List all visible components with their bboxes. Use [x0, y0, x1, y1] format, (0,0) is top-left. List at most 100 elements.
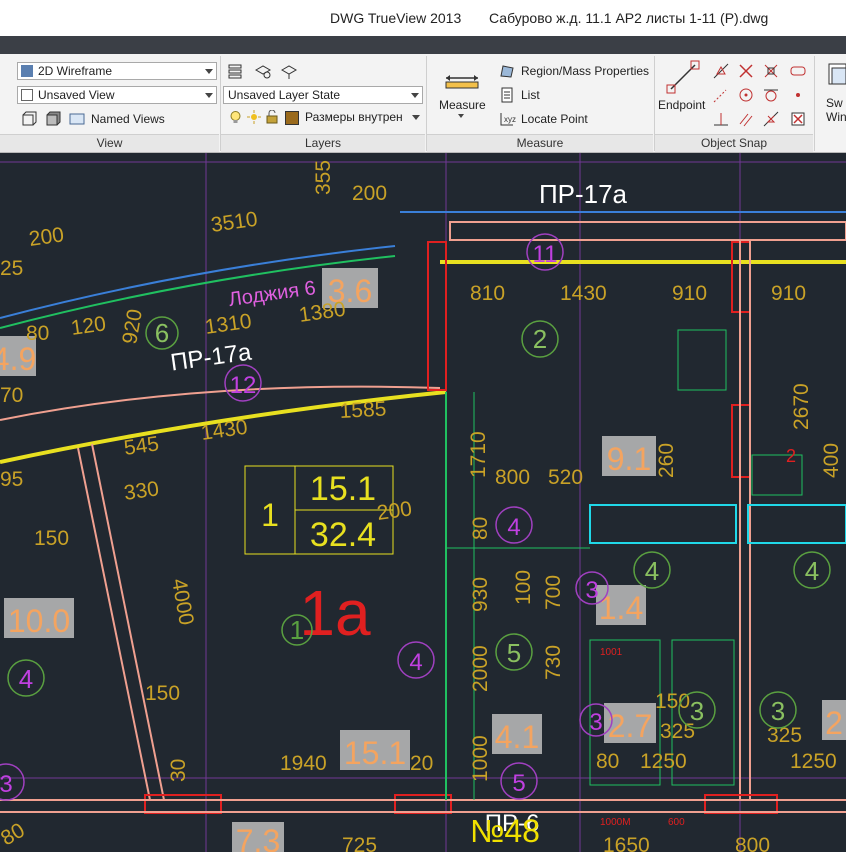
dim-label: 150	[655, 690, 690, 713]
switch-windows-icon	[828, 63, 846, 85]
perpendicular-snap-icon[interactable]	[712, 110, 730, 128]
view-icon	[21, 89, 33, 101]
circle-number: 3	[585, 577, 598, 604]
area-label: 7.3	[236, 823, 280, 852]
region-mass-button[interactable]: Region/Mass Properties	[521, 64, 649, 78]
tab-strip	[0, 36, 846, 54]
switch-windows-button[interactable]: Sw Win	[826, 96, 846, 124]
extension-snap-icon[interactable]	[712, 86, 730, 104]
app-name: DWG TrueView 2013	[330, 10, 462, 26]
clear-snaps-icon[interactable]	[789, 110, 807, 128]
dim-label: 1585	[339, 398, 387, 423]
lock-icon	[266, 110, 278, 124]
dim-label: 2670	[790, 383, 813, 430]
file-name: Сабурово ж.д. 11.1 АР2 листы 1-11 (Р).dw…	[489, 10, 769, 26]
circle-number: 4	[805, 556, 819, 586]
area-label: 2.7	[608, 708, 652, 744]
view-panel-label: View	[0, 134, 219, 152]
saved-view-value: Unsaved View	[38, 88, 115, 102]
measure-button[interactable]: Measure	[439, 98, 486, 112]
cube-wire-icon[interactable]	[20, 110, 38, 128]
visual-style-value: 2D Wireframe	[38, 64, 113, 78]
circle-number: 4	[507, 514, 520, 541]
dim-label: 200	[352, 182, 387, 205]
area-label: 9.1	[607, 441, 651, 477]
sun-icon	[247, 110, 261, 124]
list-icon	[501, 87, 513, 103]
list-button[interactable]: List	[521, 88, 540, 102]
dim-label: 200	[375, 497, 413, 525]
area-label: 2	[825, 705, 843, 741]
midpoint-snap-icon[interactable]	[712, 62, 730, 80]
dim-label: 95	[0, 468, 23, 491]
node-snap-icon[interactable]	[789, 86, 807, 104]
plate-living-area: 15.1	[310, 470, 376, 508]
dim-label: 260	[655, 443, 678, 478]
saved-view-select[interactable]: Unsaved View	[17, 86, 217, 104]
circle-number: 3	[0, 771, 13, 798]
dim-label: 730	[542, 645, 565, 680]
dim-label: 1710	[467, 431, 490, 478]
visual-style-select[interactable]: 2D Wireframe	[17, 62, 217, 80]
chevron-down-icon	[412, 115, 420, 120]
dim-label: 725	[342, 834, 377, 852]
locate-point-button[interactable]: Locate Point	[521, 112, 588, 126]
named-views-button[interactable]: Named Views	[91, 112, 165, 126]
chevron-down-icon	[458, 114, 464, 118]
dim-label: 1250	[790, 750, 837, 773]
center-snap-icon[interactable]	[737, 86, 755, 104]
area-label: 10.0	[8, 603, 70, 639]
layer-match-icon[interactable]	[280, 62, 298, 80]
cube-shaded-icon[interactable]	[44, 110, 62, 128]
drawing-canvas[interactable]: 1 15.1 32.4 ПР-17а ПР-17а ПР-6 Лоджия 6 …	[0, 153, 846, 852]
circle-number: 4	[645, 556, 659, 586]
endpoint-button[interactable]: Endpoint	[658, 98, 705, 112]
dim-label: 1940	[280, 752, 327, 775]
sheet-mark: №48	[470, 813, 540, 849]
area-label: 4.1	[495, 719, 539, 755]
current-layer-value: Размеры внутрен	[305, 110, 403, 124]
dim-label: 520	[548, 466, 583, 489]
dim-label: 1650	[603, 834, 650, 852]
dim-label: 30	[167, 759, 190, 782]
dim-label: 80	[26, 322, 49, 345]
sub-label: 1000M	[600, 817, 631, 828]
snap-settings-icon[interactable]	[789, 62, 807, 80]
current-layer-select[interactable]: Размеры внутрен	[223, 109, 423, 127]
room-tag: ПР-17а	[539, 179, 628, 209]
intersection-snap-icon[interactable]	[737, 62, 755, 80]
window-title: DWG TrueView 2013 Сабурово ж.д. 11.1 АР2…	[330, 10, 768, 26]
separator	[814, 56, 815, 151]
layer-properties-icon[interactable]	[226, 62, 244, 80]
region-icon	[500, 65, 514, 78]
circle-number: 1	[290, 615, 304, 645]
chevron-down-icon	[205, 93, 213, 98]
small-red-label: 2	[786, 446, 796, 466]
dim-label: 1000	[469, 735, 492, 782]
dim-label: 20	[410, 752, 433, 775]
dim-label: 330	[122, 477, 160, 505]
layer-state-select[interactable]: Unsaved Layer State	[223, 86, 423, 104]
apparent-intersection-icon[interactable]	[762, 62, 780, 80]
dim-label: 150	[145, 682, 180, 705]
circle-number: 5	[507, 638, 521, 668]
area-label: 15.1	[344, 735, 406, 771]
layer-state-icon[interactable]	[254, 62, 272, 80]
dim-label: 800	[735, 834, 770, 852]
measure-panel-label: Measure	[427, 134, 653, 152]
dim-label: 2000	[469, 645, 492, 692]
circle-number: 4	[19, 664, 33, 694]
dim-label: 400	[820, 443, 843, 478]
nearest-snap-icon[interactable]	[762, 110, 780, 128]
circle-number: 12	[230, 372, 257, 399]
dim-label: 80	[596, 750, 619, 773]
chevron-down-icon	[205, 69, 213, 74]
dim-label: 700	[542, 575, 565, 610]
plate-rooms: 1	[261, 497, 279, 533]
circle-number: 2	[533, 324, 547, 354]
dim-label: 810	[470, 282, 505, 305]
tangent-snap-icon[interactable]	[762, 86, 780, 104]
layer-color-swatch	[285, 111, 299, 125]
chevron-down-icon	[411, 93, 419, 98]
parallel-snap-icon[interactable]	[737, 110, 755, 128]
